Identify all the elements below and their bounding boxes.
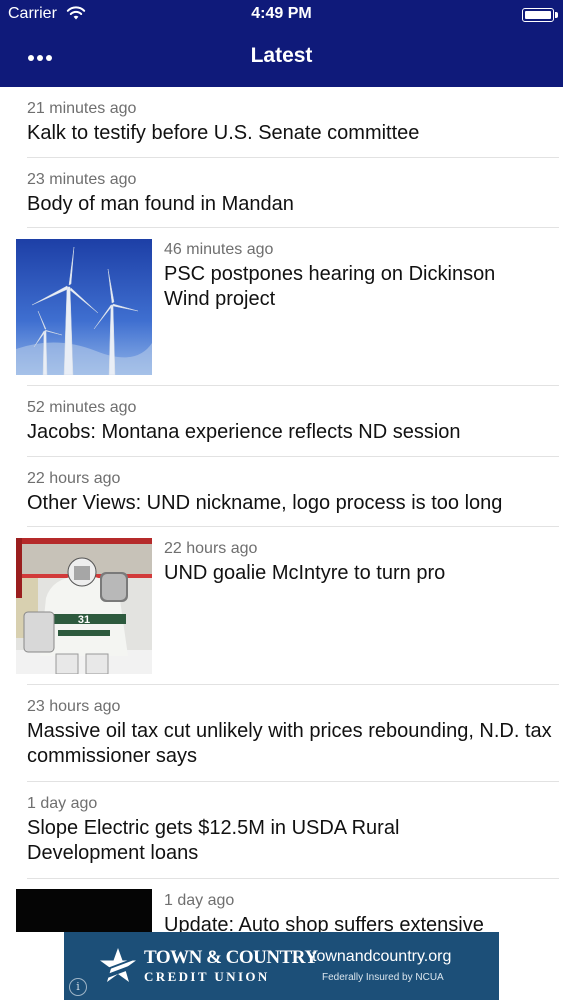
clock: 4:49 PM (251, 5, 312, 22)
news-timestamp: 1 day ago (27, 795, 98, 812)
wind-turbines-photo (16, 239, 152, 375)
news-headline: Slope Electric gets $12.5M in USDA Rural… (27, 817, 400, 864)
news-timestamp: 22 hours ago (164, 540, 258, 557)
news-item[interactable]: 23 minutes ago Body of man found in Mand… (0, 158, 563, 228)
news-headline: Jacobs: Montana experience reflects ND s… (27, 421, 461, 443)
battery-icon (522, 8, 558, 22)
news-item[interactable]: 21 minutes ago Kalk to testify before U.… (0, 87, 563, 158)
news-headline: Kalk to testify before U.S. Senate commi… (27, 122, 420, 144)
news-timestamp: 1 day ago (164, 892, 235, 909)
ad-info-icon[interactable]: i (69, 978, 87, 996)
news-timestamp: 52 minutes ago (27, 399, 137, 416)
ad-brand-subtitle: CREDIT UNION (144, 969, 270, 984)
page-title: Latest (250, 44, 313, 67)
news-headline: Other Views: UND nickname, logo process … (27, 492, 503, 514)
news-timestamp: 46 minutes ago (164, 241, 274, 258)
top-bar: Carrier 4:49 PM Latest (0, 0, 563, 87)
news-feed[interactable]: 21 minutes ago Kalk to testify before U.… (0, 87, 563, 932)
hockey-goalie-photo: 31 (16, 538, 152, 674)
news-headline: Massive oil tax cut unlikely with prices… (27, 720, 552, 767)
news-timestamp: 22 hours ago (27, 470, 121, 487)
app-screen: Carrier 4:49 PM Latest 21 minutes ago Ka… (0, 0, 563, 1000)
news-item[interactable]: 1 day ago Update: Auto shop suffers exte… (0, 879, 563, 932)
news-headline: PSC postpones hearing on Dickinson Wind … (164, 263, 496, 310)
news-timestamp: 23 minutes ago (27, 171, 137, 188)
news-headline: Update: Auto shop suffers extensive (164, 914, 484, 932)
status-bar: Carrier 4:49 PM (0, 0, 563, 30)
navigation-bar: Latest (0, 30, 563, 87)
news-item[interactable]: 22 hours ago Other Views: UND nickname, … (0, 457, 563, 527)
ad-brand-name: TOWN & COUNTRY (144, 947, 318, 968)
ad-banner[interactable]: TOWN & COUNTRY CREDIT UNION townandcount… (64, 932, 499, 1000)
news-item[interactable]: 1 day ago Slope Electric gets $12.5M in … (0, 782, 563, 879)
news-headline: UND goalie McIntyre to turn pro (164, 562, 446, 584)
news-timestamp: 23 hours ago (27, 698, 121, 715)
ad-fine-print: Federally Insured by NCUA (322, 972, 444, 983)
dark-photo (16, 889, 152, 932)
news-item[interactable]: 46 minutes ago PSC postpones hearing on … (0, 228, 563, 386)
ad-url: townandcountry.org (312, 948, 452, 965)
news-timestamp: 21 minutes ago (27, 100, 137, 117)
news-item[interactable]: 23 hours ago Massive oil tax cut unlikel… (0, 685, 563, 782)
jersey-number: 31 (78, 614, 90, 626)
news-headline: Body of man found in Mandan (27, 193, 294, 215)
news-item[interactable]: 31 22 hours ago UND goalie McIntyre to t… (0, 527, 563, 685)
news-item[interactable]: 52 minutes ago Jacobs: Montana experienc… (0, 386, 563, 457)
star-logo-icon (100, 948, 136, 982)
